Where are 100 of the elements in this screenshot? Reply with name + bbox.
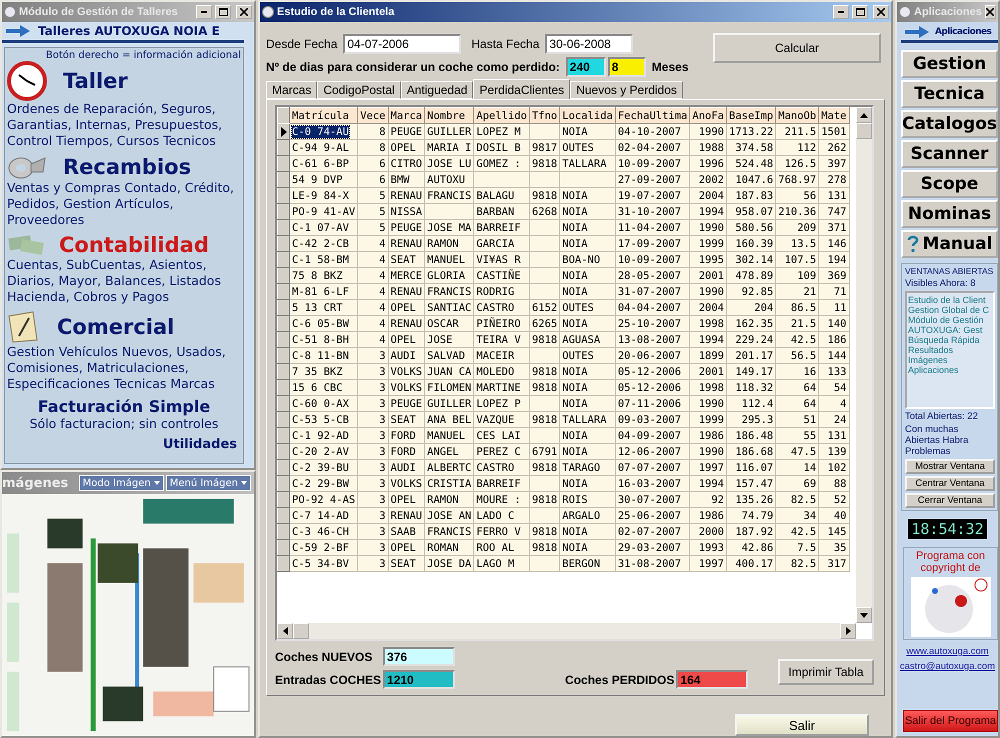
module-title[interactable]: Recambios (63, 155, 192, 179)
utilities-link[interactable]: Utilidades (162, 437, 237, 452)
table-cell: JOSE MA (424, 220, 474, 236)
table-cell: C-61 6-BP (290, 156, 358, 172)
column-header[interactable]: FechaUltima (615, 108, 690, 124)
table-cell: 20-06-2007 (615, 348, 690, 364)
window-action-button[interactable]: Centrar Ventana (905, 476, 995, 491)
column-header[interactable]: Tfno (529, 108, 560, 124)
column-header[interactable]: Marca (388, 108, 425, 124)
tab[interactable]: Antiguedad (400, 81, 474, 99)
logo-icon (910, 577, 990, 637)
window-list-item[interactable]: Búsqueda Rápida (908, 335, 993, 345)
module-description: Sólo facturacion; sin controles (30, 416, 218, 431)
module-title[interactable]: Taller (63, 69, 128, 93)
table-cell: 34 (776, 508, 819, 524)
exit-button[interactable]: Salir (735, 714, 869, 736)
module-title[interactable]: Contabilidad (59, 233, 209, 257)
column-header[interactable]: Nombre (424, 108, 474, 124)
table-cell: 42.5 (776, 332, 819, 348)
window-action-button[interactable]: Mostrar Ventana (905, 459, 995, 474)
window-action-button[interactable]: Cerrar Ventana (905, 493, 995, 508)
column-header[interactable]: Matrícula (290, 108, 358, 124)
column-header[interactable]: Apellido (474, 108, 530, 124)
table-cell: 1986 (690, 428, 726, 444)
table-cell: 3 (358, 476, 388, 492)
module-title[interactable]: Facturación Simple (38, 397, 210, 416)
app-button[interactable]: Tecnica (901, 80, 998, 108)
column-header[interactable]: Localida (560, 108, 616, 124)
minimize-button[interactable] (196, 5, 212, 19)
table-cell: 10-09-2007 (615, 156, 690, 172)
window-list-item[interactable]: Gestion Global de C (908, 305, 993, 315)
maximize-button[interactable] (215, 5, 231, 19)
tab[interactable]: Marcas (266, 81, 318, 99)
table-cell: TALLARA (560, 412, 616, 428)
app-button[interactable]: Scanner (901, 140, 998, 168)
app-button[interactable]: Manual (901, 230, 998, 258)
vertical-scrollbar[interactable] (856, 107, 872, 623)
table-cell: BERGON (560, 556, 616, 572)
table-cell: AUDI (388, 348, 425, 364)
column-header[interactable]: ManoOb (776, 108, 819, 124)
close-button[interactable] (236, 5, 252, 19)
exit-program-button[interactable]: Salir del Programa (903, 710, 998, 732)
link[interactable]: www.autoxuga.com (906, 646, 989, 657)
table-cell: FORD (388, 444, 425, 460)
menu-button[interactable]: Modo Imágen (78, 475, 164, 491)
column-header[interactable]: Vece (358, 108, 388, 124)
table-cell: 194 (818, 252, 849, 268)
hint-text: Botón derecho = información adicional (46, 50, 241, 61)
date-field[interactable]: 30-06-2008 (545, 34, 634, 54)
tab[interactable]: Nuevos y Perdidos (570, 81, 683, 99)
column-header[interactable]: Mate (818, 108, 849, 124)
app-button[interactable]: Scope (901, 170, 998, 198)
menu-button[interactable]: Menú Imágen (166, 475, 251, 491)
days-field[interactable]: 240 (566, 57, 606, 77)
scroll-thumb[interactable] (293, 623, 309, 639)
table-cell: C-2 39-BU (290, 460, 358, 476)
window-list-item[interactable]: Estudio de la Client (908, 295, 993, 305)
months-field[interactable]: 8 (608, 57, 646, 77)
maximize-button[interactable] (852, 5, 868, 19)
table-cell: PEUGE (388, 124, 425, 140)
horizontal-scrollbar[interactable] (277, 623, 856, 639)
close-button[interactable] (984, 5, 996, 19)
table-cell: 7.5 (776, 540, 819, 556)
down-arrow-icon (860, 612, 868, 618)
row-selector[interactable] (278, 124, 290, 140)
tab[interactable]: CodigoPostal (317, 81, 401, 99)
print-button[interactable]: Imprimir Tabla (778, 658, 874, 684)
minimize-button[interactable] (833, 5, 849, 19)
table-cell: OPEL (388, 332, 425, 348)
app-button[interactable]: Nominas (901, 200, 998, 228)
table-cell: 31-10-2007 (615, 204, 690, 220)
module-title[interactable]: Comercial (57, 315, 174, 339)
app-button[interactable]: Gestion (901, 50, 998, 78)
table-cell: NOIA (560, 284, 616, 300)
calculate-button[interactable]: Calcular (713, 33, 881, 63)
table-cell: BALAGU (474, 188, 530, 204)
tab[interactable]: PerdidaClientes (473, 79, 570, 99)
stat-value: 376 (383, 647, 456, 666)
window-list-item[interactable]: Módulo de Gestión (908, 315, 993, 325)
table-cell: MARTINE (474, 380, 530, 396)
table-cell: BMW (388, 172, 425, 188)
table-cell: 4 (358, 268, 388, 284)
window-list-item[interactable]: Resultados (908, 345, 993, 355)
window-list-item[interactable]: Imágenes (908, 355, 993, 365)
column-header[interactable]: BaseImp (726, 108, 776, 124)
link[interactable]: castro@autoxuga.com (900, 661, 996, 672)
table-cell: 107.5 (776, 252, 819, 268)
table-cell: 747 (818, 204, 849, 220)
table-cell: 07-07-2007 (615, 460, 690, 476)
window-list-item[interactable]: AUTOXUGA: Gest (908, 325, 993, 335)
close-button[interactable] (873, 5, 889, 19)
table-cell: MANUEL (424, 428, 474, 444)
window-list-item[interactable]: Aplicaciones (908, 365, 993, 375)
app-button[interactable]: Catalogos (901, 110, 998, 138)
table-cell: VOLKS (388, 476, 425, 492)
table-cell: OPEL (388, 300, 425, 316)
scroll-thumb[interactable] (856, 123, 872, 139)
column-header[interactable]: AnoFa (690, 108, 726, 124)
date-field[interactable]: 04-07-2006 (343, 34, 462, 54)
table-cell: 1988 (690, 140, 726, 156)
